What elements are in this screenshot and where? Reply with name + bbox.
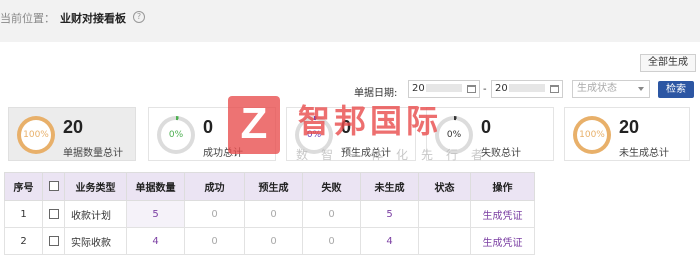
date-separator: - xyxy=(483,84,487,95)
summary-card-total[interactable]: 100% 20 单据数量总计 xyxy=(8,107,136,161)
table-header-row: 序号 业务类型 单据数量 成功 预生成 失败 未生成 状态 操作 xyxy=(4,172,535,201)
row-success: 0 xyxy=(184,200,245,228)
column-header-failed: 失败 xyxy=(302,172,361,201)
row-count[interactable]: 4 xyxy=(126,227,185,255)
row-pending[interactable]: 4 xyxy=(360,227,419,255)
summary-card-failed[interactable]: 0% 0 失败总计 xyxy=(426,107,554,161)
column-header-status: 状态 xyxy=(418,172,471,201)
generate-all-button[interactable]: 全部生成 xyxy=(640,54,696,72)
row-status xyxy=(418,227,471,255)
row-checkbox[interactable] xyxy=(48,208,59,219)
progress-ring-percent: 100% xyxy=(577,120,607,150)
generate-voucher-link[interactable]: 生成凭证 xyxy=(470,200,535,228)
status-select-placeholder: 生成状态 xyxy=(577,83,617,94)
redacted-mask xyxy=(508,84,545,92)
chevron-down-icon xyxy=(638,87,644,91)
row-index: 1 xyxy=(4,200,43,228)
end-date-input[interactable]: 20 xyxy=(491,80,563,98)
summary-card-value: 0 xyxy=(203,117,214,137)
summary-card-label: 预生成总计 xyxy=(341,148,391,159)
search-button[interactable]: 检索 xyxy=(658,81,694,98)
summary-card-success[interactable]: 0% 0 成功总计 xyxy=(148,107,276,161)
date-filter-label: 单据日期: xyxy=(354,88,398,99)
calendar-icon[interactable] xyxy=(550,85,559,93)
row-pending[interactable]: 5 xyxy=(360,200,419,228)
summary-card-pending[interactable]: 100% 20 未生成总计 xyxy=(564,107,690,161)
summary-card-label: 失败总计 xyxy=(481,148,521,159)
summary-card-label: 单据数量总计 xyxy=(63,148,123,159)
summary-table: 序号 业务类型 单据数量 成功 预生成 失败 未生成 状态 操作 1 收款计划 … xyxy=(4,172,535,255)
column-header-index: 序号 xyxy=(4,172,43,201)
summary-card-value: 20 xyxy=(63,117,84,137)
row-type: 实际收款 xyxy=(64,227,127,255)
breadcrumb-prefix: 当前位置： xyxy=(0,12,55,25)
row-pregenerate: 0 xyxy=(244,227,303,255)
row-index: 2 xyxy=(4,227,43,255)
row-success: 0 xyxy=(184,227,245,255)
summary-card-pregenerate[interactable]: 0% 0 预生成总计 xyxy=(286,107,416,161)
status-select[interactable]: 生成状态 xyxy=(572,80,650,98)
calendar-icon[interactable] xyxy=(467,85,476,93)
row-failed: 0 xyxy=(302,227,361,255)
column-header-select xyxy=(42,172,65,201)
row-status xyxy=(418,200,471,228)
row-select-cell xyxy=(42,227,65,255)
column-header-count: 单据数量 xyxy=(126,172,185,201)
progress-ring: 100% xyxy=(573,116,611,154)
row-type: 收款计划 xyxy=(64,200,127,228)
page-title: 业财对接看板 xyxy=(60,12,126,25)
summary-card-value: 20 xyxy=(619,117,640,137)
row-checkbox[interactable] xyxy=(48,235,59,246)
redacted-mask xyxy=(425,84,462,92)
progress-ring: 0% xyxy=(435,116,473,154)
progress-ring-percent: 0% xyxy=(161,120,191,150)
column-header-action: 操作 xyxy=(470,172,535,201)
row-count[interactable]: 5 xyxy=(126,200,185,228)
progress-ring: 100% xyxy=(17,116,55,154)
summary-card-value: 0 xyxy=(481,117,492,137)
select-all-checkbox[interactable] xyxy=(48,181,59,191)
progress-ring-percent: 0% xyxy=(299,120,329,150)
generate-voucher-link[interactable]: 生成凭证 xyxy=(470,227,535,255)
column-header-pregenerate: 预生成 xyxy=(244,172,303,201)
row-pregenerate: 0 xyxy=(244,200,303,228)
summary-card-value: 0 xyxy=(341,117,352,137)
top-bar: 当前位置： 业财对接看板 ? xyxy=(0,0,700,42)
end-date-value: 20 xyxy=(495,83,508,94)
summary-card-label: 未生成总计 xyxy=(619,148,669,159)
table-row: 1 收款计划 5 0 0 0 5 生成凭证 xyxy=(4,200,535,228)
column-header-pending: 未生成 xyxy=(360,172,419,201)
help-icon[interactable]: ? xyxy=(133,11,145,23)
start-date-value: 20 xyxy=(412,83,425,94)
column-header-type: 业务类型 xyxy=(64,172,127,201)
progress-ring-percent: 0% xyxy=(439,120,469,150)
progress-ring: 0% xyxy=(295,116,333,154)
row-select-cell xyxy=(42,200,65,228)
progress-ring: 0% xyxy=(157,116,195,154)
table-row: 2 实际收款 4 0 0 0 4 生成凭证 xyxy=(4,227,535,255)
start-date-input[interactable]: 20 xyxy=(408,80,480,98)
summary-card-label: 成功总计 xyxy=(203,148,243,159)
column-header-success: 成功 xyxy=(184,172,245,201)
row-failed: 0 xyxy=(302,200,361,228)
progress-ring-percent: 100% xyxy=(21,120,51,150)
